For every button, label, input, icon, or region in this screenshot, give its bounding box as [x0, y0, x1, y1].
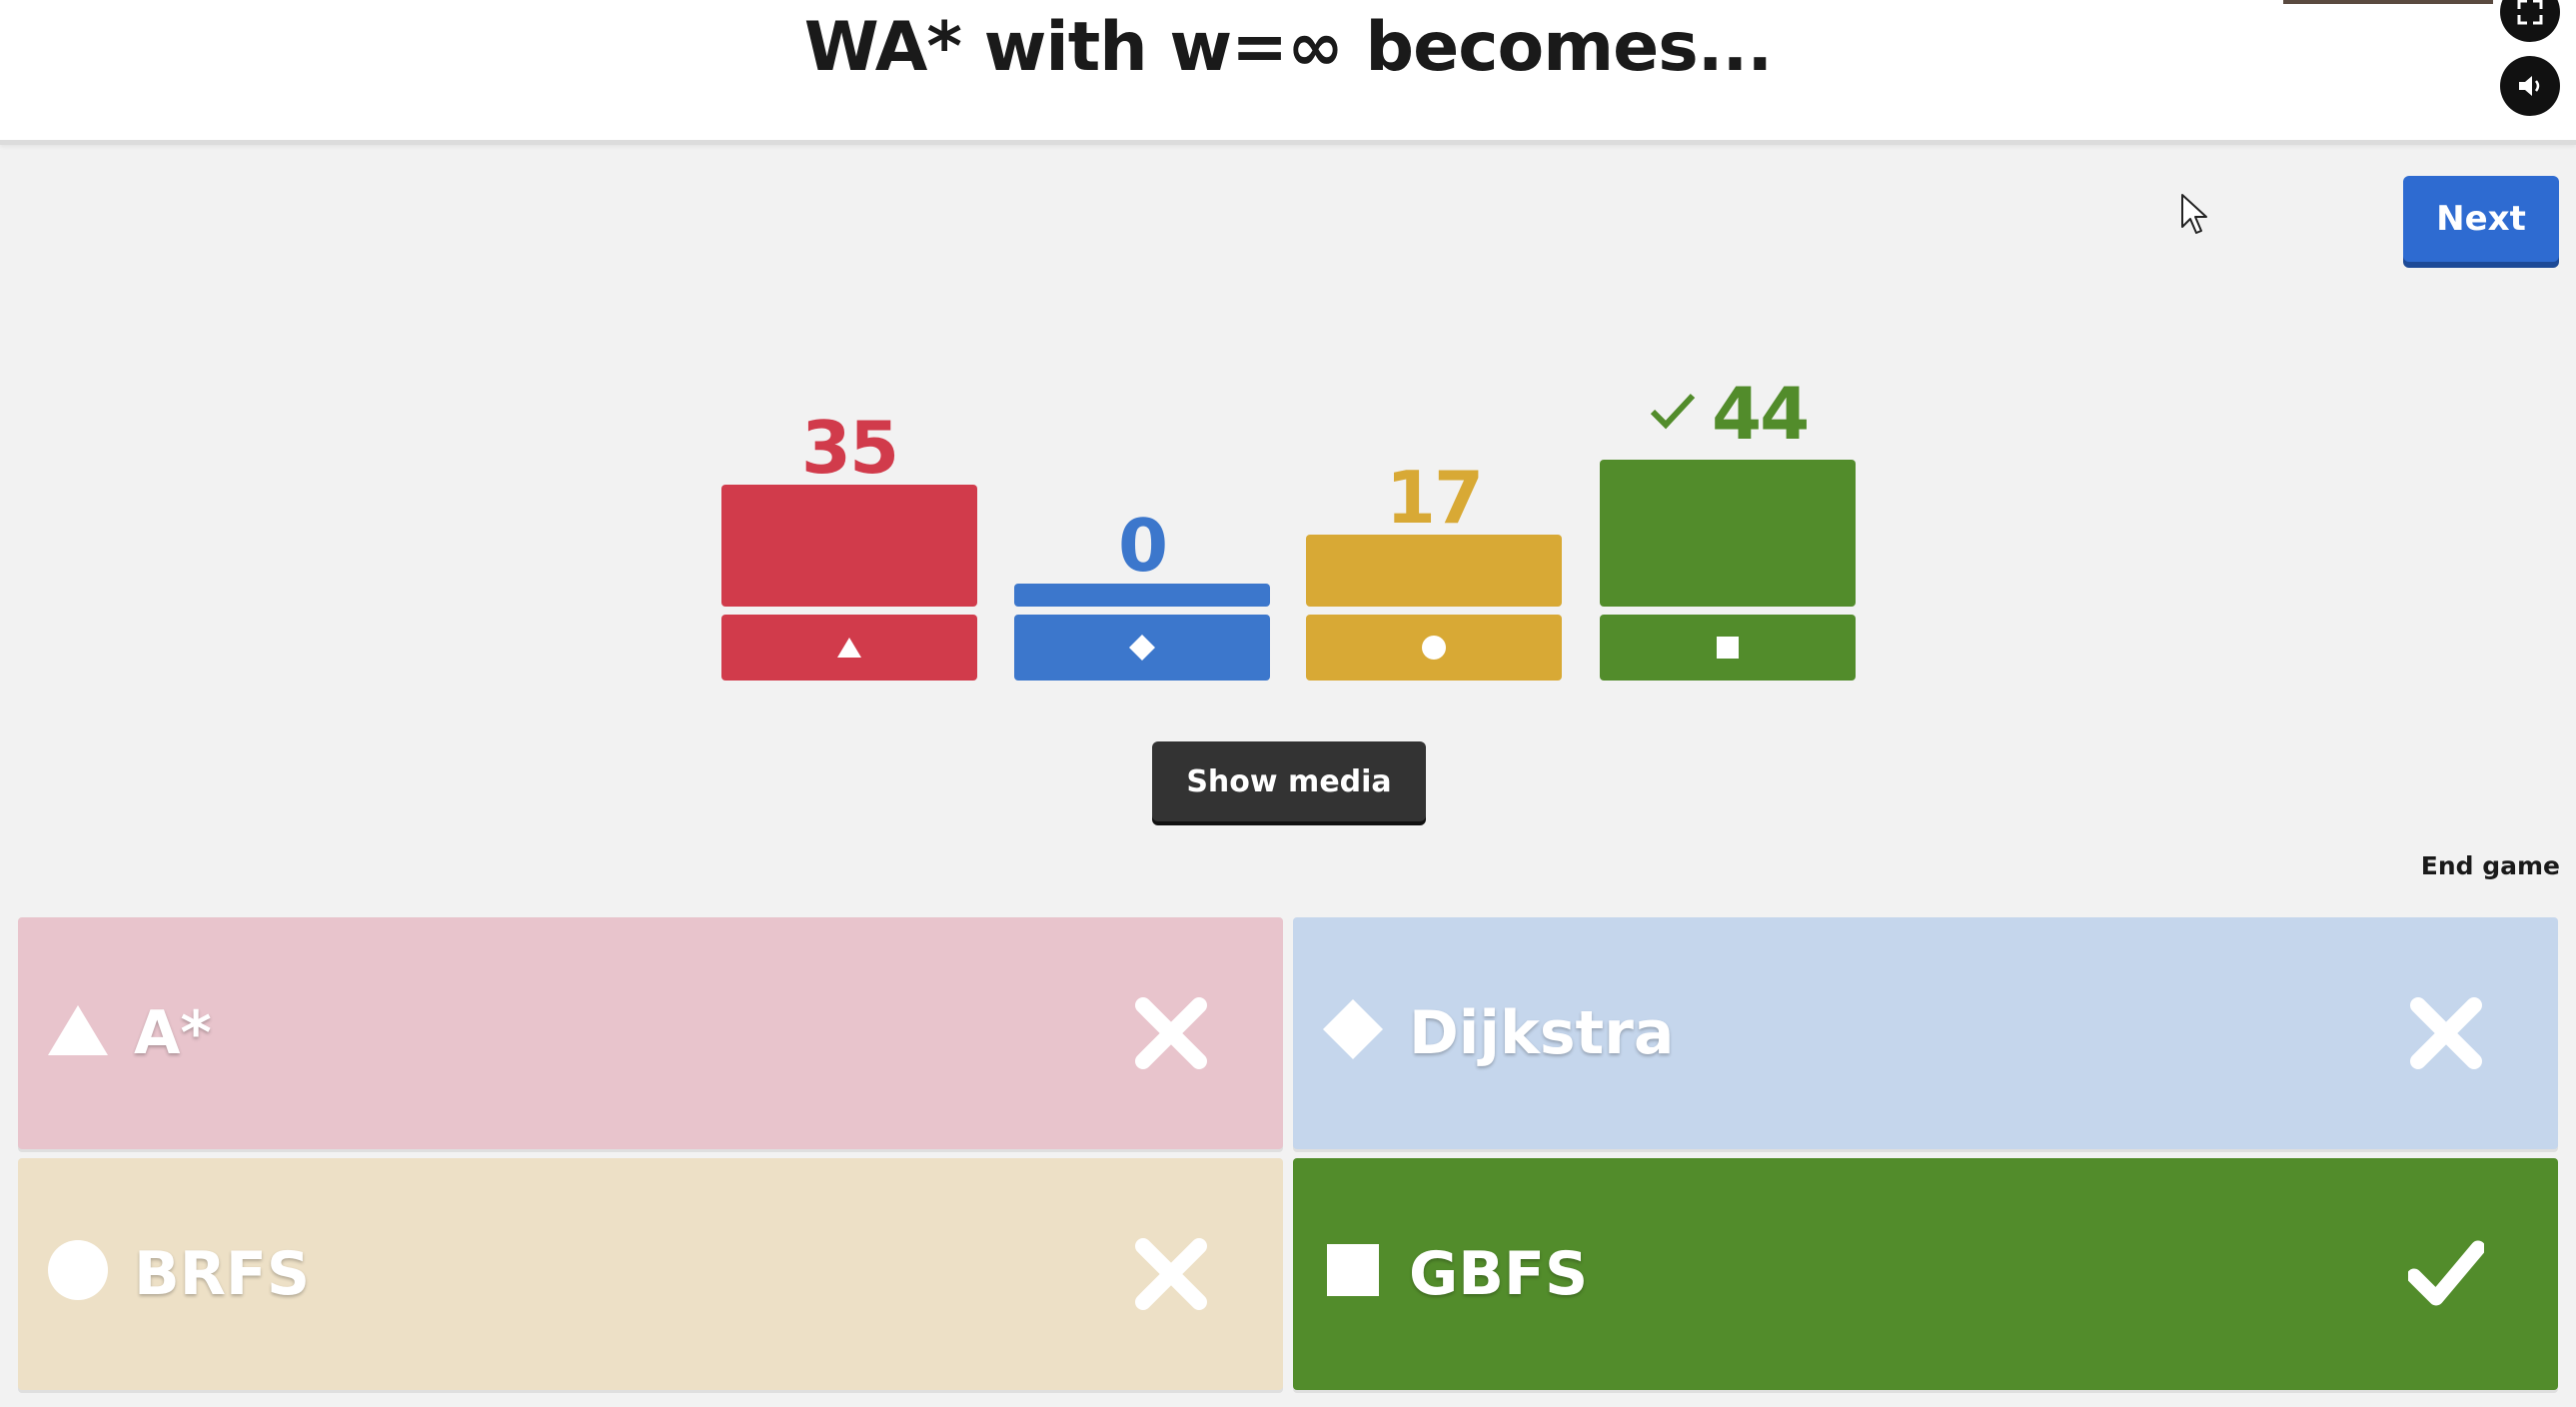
result-bar-circle — [1306, 535, 1562, 607]
answer-label: Dijkstra — [1409, 998, 1675, 1068]
correct-check-icon — [1650, 393, 1696, 430]
answer-option-triangle[interactable]: A* — [18, 917, 1283, 1149]
answer-option-circle[interactable]: BRFS — [18, 1158, 1283, 1390]
fullscreen-icon — [2517, 0, 2543, 25]
result-foot-triangle — [721, 615, 977, 681]
presenter-video-edge — [2283, 0, 2493, 4]
square-icon — [1717, 637, 1739, 659]
result-foot-square — [1600, 615, 1856, 681]
result-bar-diamond — [1014, 584, 1270, 607]
result-bar-triangle — [721, 485, 977, 607]
triangle-icon — [837, 638, 861, 658]
result-count-square: 44 — [1712, 372, 1810, 456]
question-title: WA* with w=∞ becomes... — [803, 8, 1773, 87]
diamond-icon — [1129, 635, 1155, 661]
next-button[interactable]: Next — [2403, 176, 2559, 262]
result-bar-square — [1600, 460, 1856, 607]
cross-icon — [1135, 997, 1207, 1069]
diamond-icon — [1323, 999, 1383, 1059]
sound-button[interactable] — [2500, 56, 2560, 116]
cross-icon — [1135, 1238, 1207, 1310]
result-count-triangle: 35 — [800, 406, 899, 490]
circle-icon — [48, 1240, 108, 1300]
mouse-cursor-icon — [2181, 194, 2207, 234]
end-game-link[interactable]: End game — [2398, 851, 2560, 880]
result-count-circle: 17 — [1385, 456, 1484, 540]
show-media-button[interactable]: Show media — [1152, 741, 1426, 821]
circle-icon — [1422, 636, 1446, 660]
answer-option-square[interactable]: GBFS — [1293, 1158, 2558, 1390]
result-count-diamond: 0 — [1117, 504, 1168, 588]
answer-option-diamond[interactable]: Dijkstra — [1293, 917, 2558, 1149]
square-icon — [1327, 1244, 1379, 1296]
checkmark-icon — [2408, 1240, 2484, 1306]
answer-label: GBFS — [1409, 1239, 1589, 1309]
triangle-icon — [48, 1005, 108, 1055]
speaker-icon — [2519, 76, 2540, 96]
cross-icon — [2410, 997, 2482, 1069]
result-foot-circle — [1306, 615, 1562, 681]
answer-label: A* — [134, 998, 212, 1068]
question-header: WA* with w=∞ becomes... — [0, 0, 2576, 145]
result-foot-diamond — [1014, 615, 1270, 681]
answer-label: BRFS — [134, 1239, 311, 1309]
